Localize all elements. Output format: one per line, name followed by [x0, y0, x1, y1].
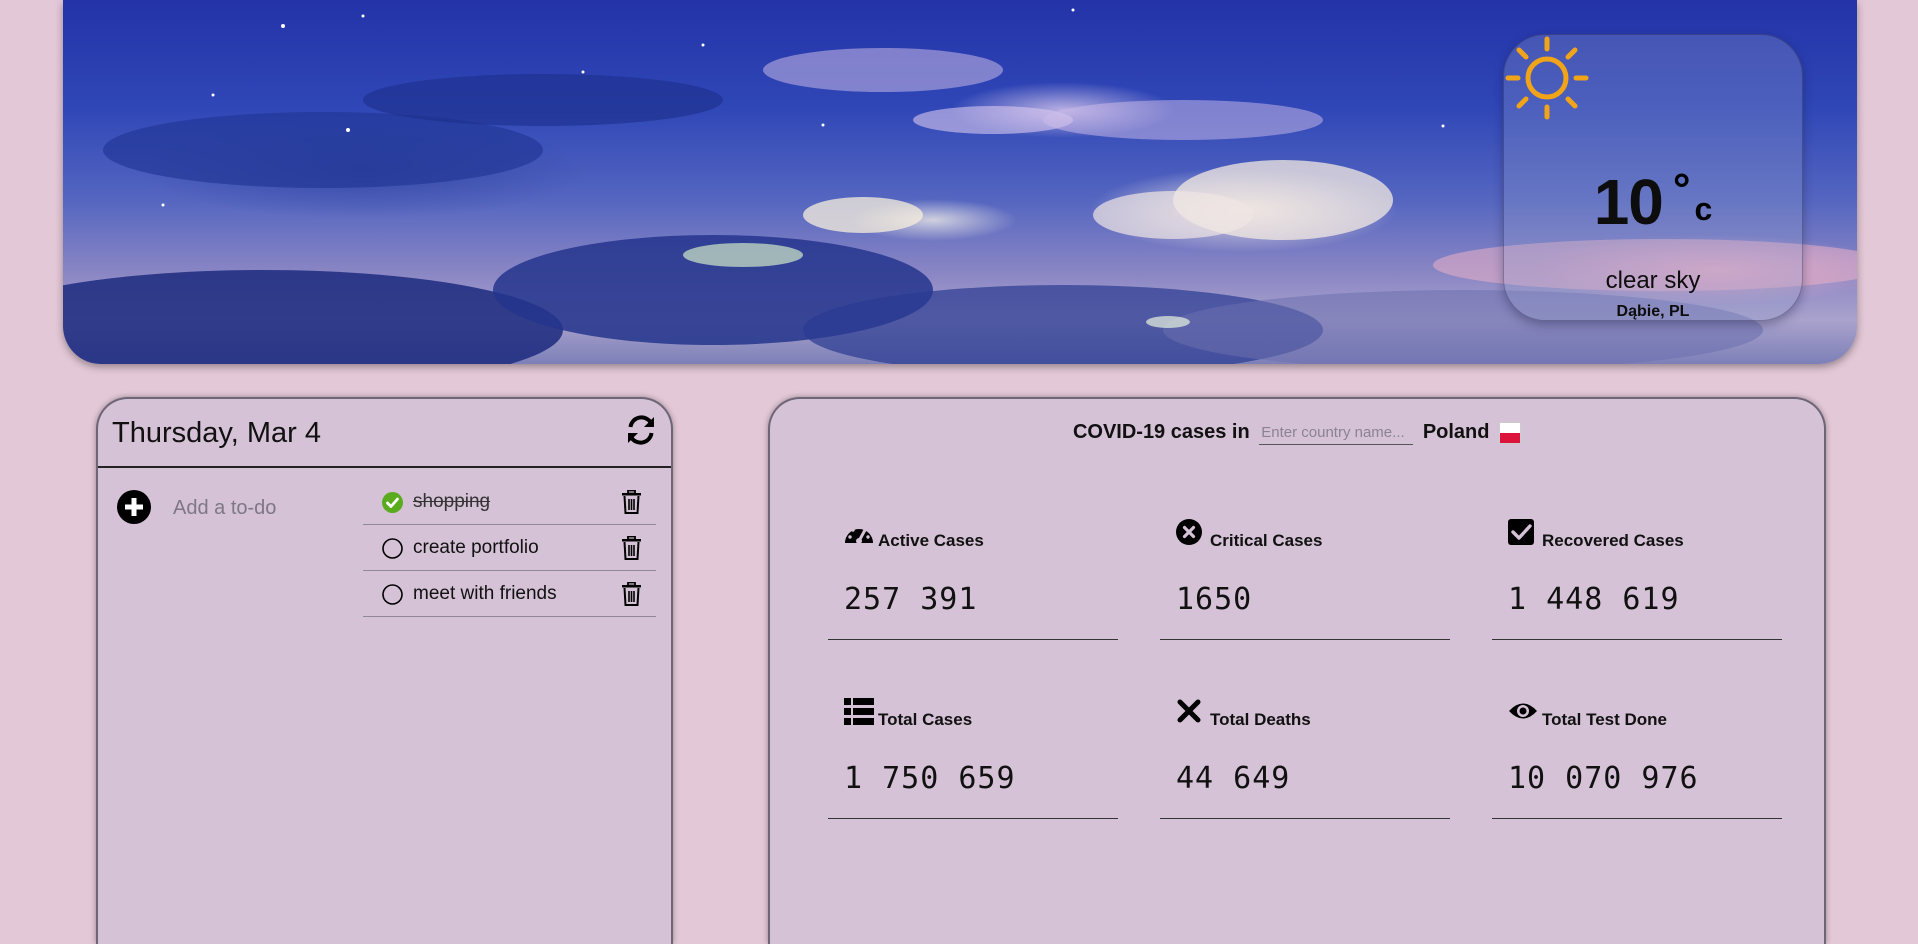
eye-icon — [1509, 703, 1537, 719]
stat-value: 257 391 — [844, 582, 978, 617]
empty-circle-icon[interactable] — [382, 584, 403, 605]
check-circle-icon[interactable] — [382, 492, 403, 513]
list-icon — [844, 698, 874, 725]
todo-item: meet with friends — [363, 571, 656, 617]
degree-symbol: ° — [1672, 165, 1691, 214]
weather-description: clear sky — [1605, 267, 1701, 294]
add-todo-button[interactable] — [117, 490, 151, 524]
stat-total-deaths: Total Deaths 44 649 — [1160, 698, 1450, 819]
stat-total-cases: Total Cases 1 750 659 — [828, 698, 1118, 819]
covid-title: COVID-19 cases in Poland — [770, 420, 1824, 445]
stat-value: 1 448 619 — [1508, 582, 1680, 617]
covid-panel: COVID-19 cases in Poland Active Cases 25… — [768, 397, 1826, 944]
todo-item: create portfolio — [363, 525, 656, 571]
trash-icon[interactable] — [621, 490, 642, 514]
trash-icon[interactable] — [621, 536, 642, 560]
todo-text[interactable]: shopping — [413, 491, 490, 513]
weather-card: 10 ° c clear sky Dąbie, PL — [1503, 34, 1803, 321]
covid-title-prefix: COVID-19 cases in — [1072, 421, 1250, 443]
sun-icon — [1505, 36, 1589, 120]
todo-text[interactable]: create portfolio — [413, 537, 539, 559]
header-banner: 10 ° c clear sky Dąbie, PL — [63, 0, 1857, 364]
temperature-value: 10 — [1593, 166, 1664, 238]
temperature: 10 ° c — [1504, 165, 1802, 239]
stat-label: Active Cases — [878, 531, 984, 550]
todo-list: shopping create portfolio meet with frie… — [363, 479, 656, 617]
refresh-icon[interactable] — [625, 414, 657, 446]
todo-text[interactable]: meet with friends — [413, 583, 557, 605]
stat-recovered-cases: Recovered Cases 1 448 619 — [1492, 519, 1782, 640]
temperature-unit: c — [1694, 191, 1713, 227]
checkbox-icon — [1508, 519, 1534, 545]
stat-value: 1 750 659 — [844, 761, 1016, 796]
circle-x-icon — [1176, 519, 1202, 545]
x-icon — [1177, 699, 1201, 723]
stat-total-tests: Total Test Done 10 070 976 — [1492, 698, 1782, 819]
stat-label: Total Cases — [878, 710, 973, 729]
empty-circle-icon[interactable] — [382, 538, 403, 559]
stat-value: 1650 — [1176, 582, 1253, 617]
todo-panel: Thursday, Mar 4 shopping — [96, 397, 673, 944]
todo-header: Thursday, Mar 4 — [98, 399, 671, 468]
trash-icon[interactable] — [621, 582, 642, 606]
stat-label: Critical Cases — [1210, 531, 1323, 550]
country-search-input[interactable] — [1259, 420, 1414, 445]
poland-flag-icon — [1499, 421, 1522, 444]
stat-label: Recovered Cases — [1542, 531, 1684, 550]
stat-label: Total Test Done — [1542, 710, 1667, 729]
stat-value: 10 070 976 — [1508, 761, 1699, 796]
stat-value: 44 649 — [1176, 761, 1291, 796]
dashboard-icon — [845, 525, 873, 544]
todo-item: shopping — [363, 479, 656, 525]
stat-label: Total Deaths — [1210, 710, 1311, 729]
add-todo-input[interactable] — [171, 493, 345, 523]
stat-active-cases: Active Cases 257 391 — [828, 519, 1118, 640]
weather-location: Dąbie, PL — [1616, 303, 1690, 320]
stat-critical-cases: Critical Cases 1650 — [1160, 519, 1450, 640]
current-date: Thursday, Mar 4 — [112, 417, 321, 449]
country-name: Poland — [1422, 421, 1490, 443]
